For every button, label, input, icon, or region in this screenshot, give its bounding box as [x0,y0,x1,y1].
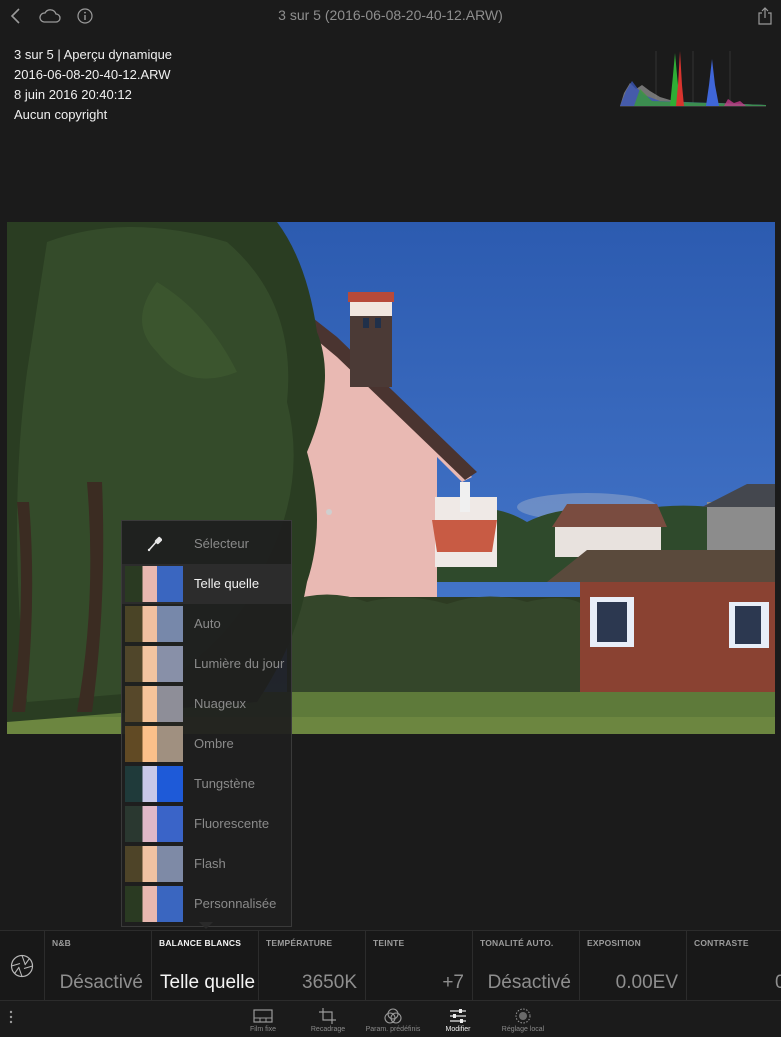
tab-recadrage[interactable]: Recadrage [293,1006,363,1037]
wb-item-label: Personnalisée [194,896,277,911]
control-exposure[interactable]: EXPOSITION 0.00EV [580,931,687,1000]
control-label: TEINTE [373,938,405,948]
presets-icon [384,1008,402,1024]
wb-item-auto[interactable]: Auto [122,604,291,644]
control-tint[interactable]: TEINTE +7 [366,931,473,1000]
tab-film-fixe[interactable]: Film fixe [228,1006,298,1037]
control-contrast[interactable]: CONTRASTE 0 [687,931,781,1000]
wb-item-label: Nuageux [194,696,247,711]
control-temperature[interactable]: TEMPÉRATURE 3650K [259,931,366,1000]
wb-item-tungstene[interactable]: Tungstène [122,764,291,804]
control-label: TEMPÉRATURE [266,938,333,948]
tab-label: Modifier [445,1026,471,1033]
wb-item-fluorescente[interactable]: Fluorescente [122,804,291,844]
wb-item-selecteur[interactable]: Sélecteur [122,524,291,564]
tab-presets[interactable]: Param. prédéfinis [358,1006,428,1037]
wb-thumbnail [125,806,183,842]
wb-thumbnail [125,606,183,642]
bottom-tab-bar: Film fixe Recadrage Param. prédéfinis Mo… [0,1000,781,1037]
wb-thumbnail [125,566,183,602]
wb-item-nuageux[interactable]: Nuageux [122,684,291,724]
control-value: 0.00EV [615,972,678,993]
control-label: TONALITÉ AUTO. [480,938,554,948]
wb-thumbnail [125,646,183,682]
wb-item-label: Flash [194,856,226,871]
tab-label: Param. prédéfinis [365,1026,421,1033]
control-label: CONTRASTE [694,938,749,948]
wb-item-label: Fluorescente [194,816,270,831]
wb-thumbnail [125,846,183,882]
info-position: 3 sur 5 | Aperçu dynamique [14,47,173,62]
tab-label: Recadrage [310,1026,346,1033]
wb-thumbnail [125,886,183,922]
eyedropper-icon [125,526,183,562]
control-label: BALANCE BLANCS [159,938,242,948]
aperture-icon[interactable] [0,931,45,1000]
adjustment-strip: N&B Désactivé BALANCE BLANCS Telle quell… [0,930,781,1001]
wb-item-label: Tungstène [194,776,255,791]
tab-reglage-local[interactable]: Réglage local [488,1006,558,1037]
info-date: 8 juin 2016 20:40:12 [14,87,132,102]
control-label: N&B [52,938,72,948]
control-auto-tone[interactable]: TONALITÉ AUTO. Désactivé [473,931,580,1000]
wb-item-ombre[interactable]: Ombre [122,724,291,764]
menu-caret [199,922,213,929]
control-value: Désactivé [59,972,143,993]
filmstrip-icon [253,1009,273,1023]
wb-item-lumiere-du-jour[interactable]: Lumière du jour [122,644,291,684]
wb-item-flash[interactable]: Flash [122,844,291,884]
tab-label: Film fixe [249,1026,277,1033]
wb-item-label: Telle quelle [194,576,260,591]
page-title: 3 sur 5 (2016-06-08-20-40-12.ARW) [278,7,503,23]
tab-modifier[interactable]: Modifier [423,1006,493,1037]
wb-item-personnalisee[interactable]: Personnalisée [122,884,291,924]
wb-item-label: Auto [194,616,221,631]
control-value: Désactivé [487,972,571,993]
control-white-balance[interactable]: BALANCE BLANCS Telle quelle [152,931,259,1000]
wb-item-label: Lumière du jour [194,656,285,671]
info-filename: 2016-06-08-20-40-12.ARW [14,67,171,82]
control-value: +7 [442,972,464,993]
wb-thumbnail [125,726,183,762]
share-icon[interactable] [752,4,778,28]
photo-info: 3 sur 5 | Aperçu dynamique 2016-06-08-20… [14,45,172,125]
top-bar: 3 sur 5 (2016-06-08-20-40-12.ARW) [0,0,781,32]
local-adjust-icon [515,1008,531,1024]
control-label: EXPOSITION [587,938,641,948]
wb-thumbnail [125,766,183,802]
control-value: 3650K [302,972,357,993]
control-nb[interactable]: N&B Désactivé [45,931,152,1000]
wb-item-label: Sélecteur [194,536,249,551]
info-copyright: Aucun copyright [14,107,108,122]
white-balance-menu: Sélecteur Telle quelle Auto Lumière du j… [121,520,292,927]
control-value: Telle quelle [160,972,256,993]
wb-item-label: Ombre [194,736,234,751]
crop-icon [319,1008,336,1024]
wb-thumbnail [125,686,183,722]
tab-label: Réglage local [501,1026,545,1033]
wb-item-telle-quelle[interactable]: Telle quelle [122,564,291,604]
control-value: 0 [775,972,781,993]
sliders-icon [450,1009,466,1023]
histogram[interactable] [620,45,766,107]
